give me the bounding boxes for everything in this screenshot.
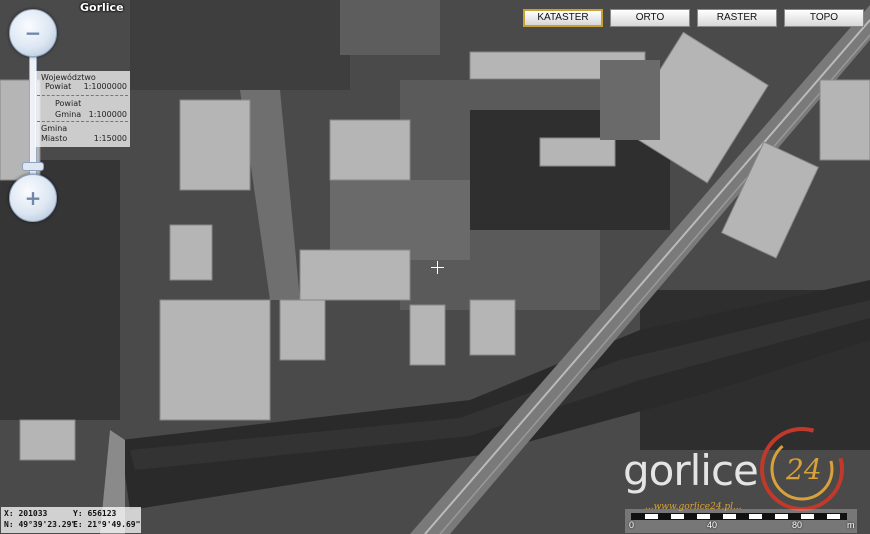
layer-button-orto[interactable]: ORTO <box>610 9 690 27</box>
scale-bar-tick: m <box>847 520 855 530</box>
scale-level-label[interactable]: Miasto <box>41 134 67 143</box>
zoom-in-button[interactable]: + <box>9 174 57 222</box>
coord-x: X: 201033 <box>4 509 48 518</box>
scale-level-label[interactable]: Powiat <box>55 99 81 108</box>
zoom-out-icon: − <box>24 21 42 45</box>
scale-bar-tick: 80 <box>792 520 803 530</box>
place-name-label: Gorlice <box>80 1 124 14</box>
scale-level-label[interactable]: Powiat <box>45 82 71 91</box>
scale-bar-tick: 0 <box>629 520 635 530</box>
layer-button-topo[interactable]: TOPO <box>784 9 864 27</box>
coord-lat: N: 49°39'23.29" <box>4 520 77 529</box>
scale-bar-graphic <box>631 513 847 520</box>
zoom-slider-thumb[interactable] <box>22 162 44 171</box>
logo-text: gorlice <box>623 446 759 495</box>
logo-emblem-icon: 24 <box>760 427 844 511</box>
scale-level-label[interactable]: Gmina <box>41 124 67 133</box>
coord-y: Y: 656123 <box>73 509 117 518</box>
scale-level-label[interactable]: Gmina <box>55 110 81 119</box>
scale-bar-tick: 40 <box>707 520 718 530</box>
zoom-out-button[interactable]: − <box>9 9 57 57</box>
scale-level-title: Województwo <box>41 73 96 82</box>
layer-switcher: KATASTER ORTO RASTER TOPO <box>523 9 864 27</box>
scale-level-value: 1:100000 <box>88 110 127 119</box>
coordinates-readout: X: 201033 Y: 656123 N: 49°39'23.29" E: 2… <box>1 507 141 533</box>
layer-button-kataster[interactable]: KATASTER <box>523 9 603 27</box>
coord-lon: E: 21°9'49.69" <box>73 520 141 529</box>
zoom-in-icon: + <box>24 186 42 210</box>
scale-level-value: 1:1000000 <box>83 82 127 91</box>
layer-button-raster[interactable]: RASTER <box>697 9 777 27</box>
logo-number: 24 <box>785 453 822 486</box>
divider <box>37 95 128 96</box>
divider <box>37 121 128 122</box>
scale-bar: 0 40 80 m <box>625 509 857 533</box>
scale-levels-panel: Województwo Powiat 1:1000000 Powiat Gmin… <box>35 71 130 147</box>
crosshair-cursor-icon <box>431 261 444 274</box>
scale-level-value: 1:15000 <box>93 134 127 143</box>
